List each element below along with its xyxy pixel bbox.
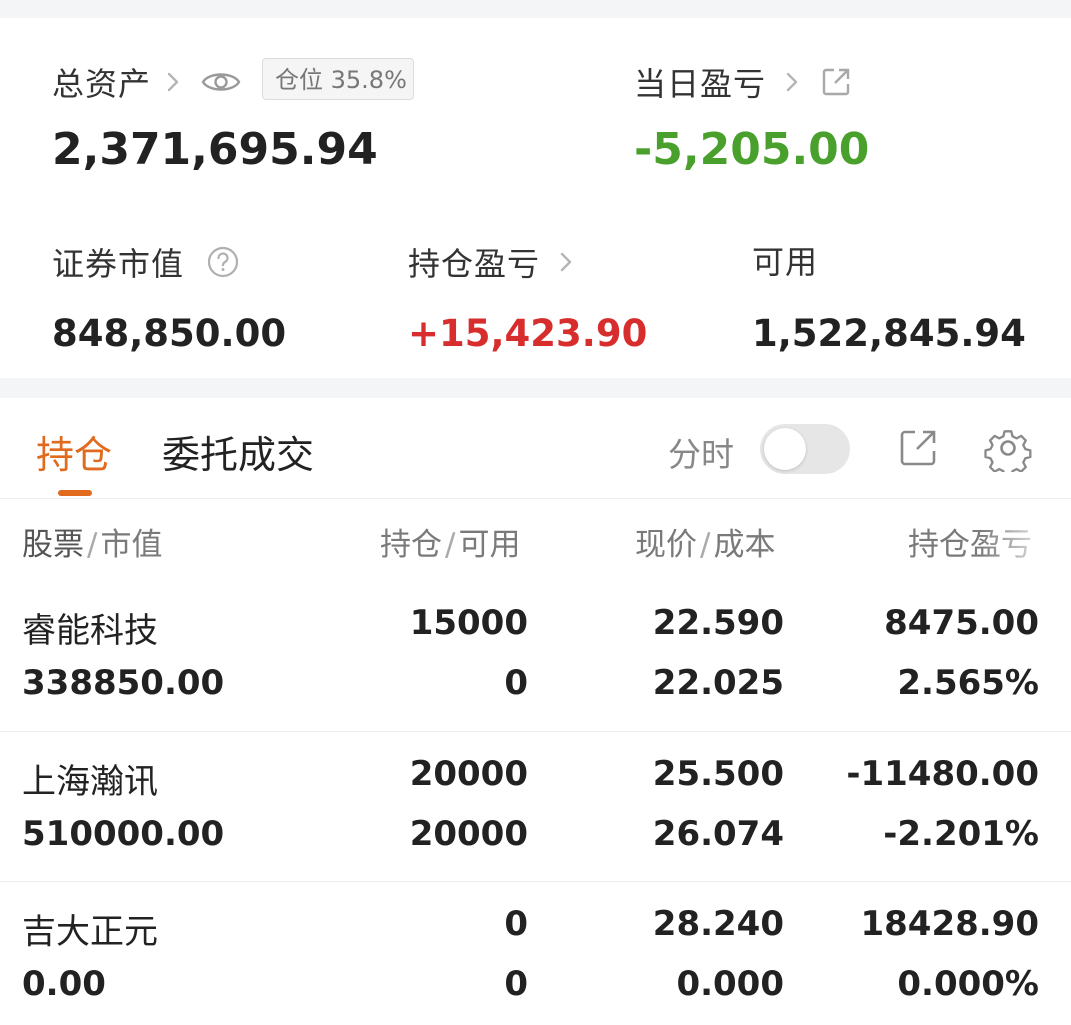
daily-pnl-value: -5,205.00 — [634, 124, 870, 175]
position-ratio-badge: 仓位 35.8% — [262, 58, 414, 100]
cost-price: 22.025 — [652, 663, 784, 703]
holding-pnl-amount: -11480.00 — [846, 754, 1039, 794]
eye-icon[interactable] — [201, 67, 241, 97]
position-qty: 15000 — [409, 603, 528, 643]
current-price: 28.240 — [652, 904, 784, 944]
available-label: 可用 — [752, 243, 819, 281]
column-header-price[interactable]: 现价/成本 — [635, 519, 775, 564]
daily-pnl-header[interactable]: 当日盈亏 — [634, 60, 852, 104]
daily-pnl-label: 当日盈亏 — [634, 65, 767, 103]
timeshare-toggle[interactable] — [760, 424, 850, 474]
stock-market-value: 338850.00 — [22, 663, 225, 703]
header-market-value-label: 市值 — [100, 527, 163, 563]
cost-price: 0.000 — [676, 964, 784, 1004]
tab-bar: 持仓 委托成交 分时 — [0, 398, 1071, 499]
holding-pnl-header[interactable]: 持仓盈亏 — [408, 240, 578, 284]
available-qty: 20000 — [409, 814, 528, 854]
holding-pnl-percent: 0.000% — [897, 964, 1039, 1004]
market-value: 848,850.00 — [52, 312, 287, 355]
header-available-label: 可用 — [458, 527, 521, 563]
chevron-right-icon — [167, 72, 179, 92]
external-link-icon[interactable] — [898, 428, 938, 468]
current-price: 22.590 — [652, 603, 784, 643]
tab-orders[interactable]: 委托成交 — [162, 424, 314, 479]
column-header-position[interactable]: 持仓/可用 — [380, 519, 520, 564]
header-cost-label: 成本 — [713, 527, 776, 563]
section-gap — [0, 378, 1071, 398]
timeshare-label: 分时 — [668, 435, 734, 474]
table-row[interactable]: 上海瀚讯 510000.00 20000 20000 25.500 26.074… — [0, 731, 1071, 882]
holding-pnl-percent: 2.565% — [897, 663, 1039, 703]
external-link-icon[interactable] — [820, 66, 852, 98]
holding-pnl-value: +15,423.90 — [408, 312, 648, 355]
total-assets-label: 总资产 — [52, 65, 152, 103]
available-qty: 0 — [504, 964, 528, 1004]
header-fade-mask — [980, 519, 1071, 569]
toggle-knob — [764, 428, 806, 470]
chevron-right-icon — [560, 252, 572, 272]
column-header-stock[interactable]: 股票/市值 — [22, 519, 162, 564]
stock-market-value: 0.00 — [22, 964, 106, 1004]
holdings-table: 股票/市值 持仓/可用 现价/成本 持仓盈亏 睿能科技 338850.00 15… — [0, 499, 1071, 1025]
holding-pnl-percent: -2.201% — [883, 814, 1039, 854]
stock-name: 吉大正元 — [22, 912, 158, 952]
top-strip — [0, 0, 1071, 18]
position-qty: 20000 — [409, 754, 528, 794]
gear-icon[interactable] — [984, 424, 1032, 472]
asset-summary: 总资产 仓位 35.8% 2,371,695.94 当日盈亏 -5,205.00… — [0, 18, 1071, 378]
total-assets-header[interactable]: 总资产 — [52, 60, 241, 104]
stock-market-value: 510000.00 — [22, 814, 225, 854]
tab-active-indicator — [58, 490, 92, 496]
table-row[interactable]: 吉大正元 0.00 0 0 28.240 0.000 18428.90 0.00… — [0, 881, 1071, 1025]
holding-pnl-amount: 8475.00 — [884, 603, 1039, 643]
table-row[interactable]: 睿能科技 338850.00 15000 0 22.590 22.025 847… — [0, 581, 1071, 731]
help-icon[interactable] — [206, 245, 240, 279]
header-position-label: 持仓 — [380, 527, 442, 563]
stock-name: 上海瀚讯 — [22, 762, 158, 802]
chevron-right-icon — [786, 72, 798, 92]
header-price-label: 现价 — [635, 527, 697, 563]
stock-name: 睿能科技 — [22, 611, 158, 651]
cost-price: 26.074 — [652, 814, 784, 854]
total-assets-value: 2,371,695.94 — [52, 124, 378, 175]
header-stock-label: 股票 — [22, 527, 84, 563]
market-value-header: 证券市值 — [52, 240, 240, 284]
tab-holdings[interactable]: 持仓 — [36, 424, 112, 479]
position-qty: 0 — [504, 904, 528, 944]
available-value: 1,522,845.94 — [752, 312, 1026, 355]
holding-pnl-amount: 18428.90 — [860, 904, 1039, 944]
available-qty: 0 — [504, 663, 528, 703]
holding-pnl-label: 持仓盈亏 — [408, 245, 541, 283]
market-value-label: 证券市值 — [52, 245, 185, 283]
current-price: 25.500 — [652, 754, 784, 794]
